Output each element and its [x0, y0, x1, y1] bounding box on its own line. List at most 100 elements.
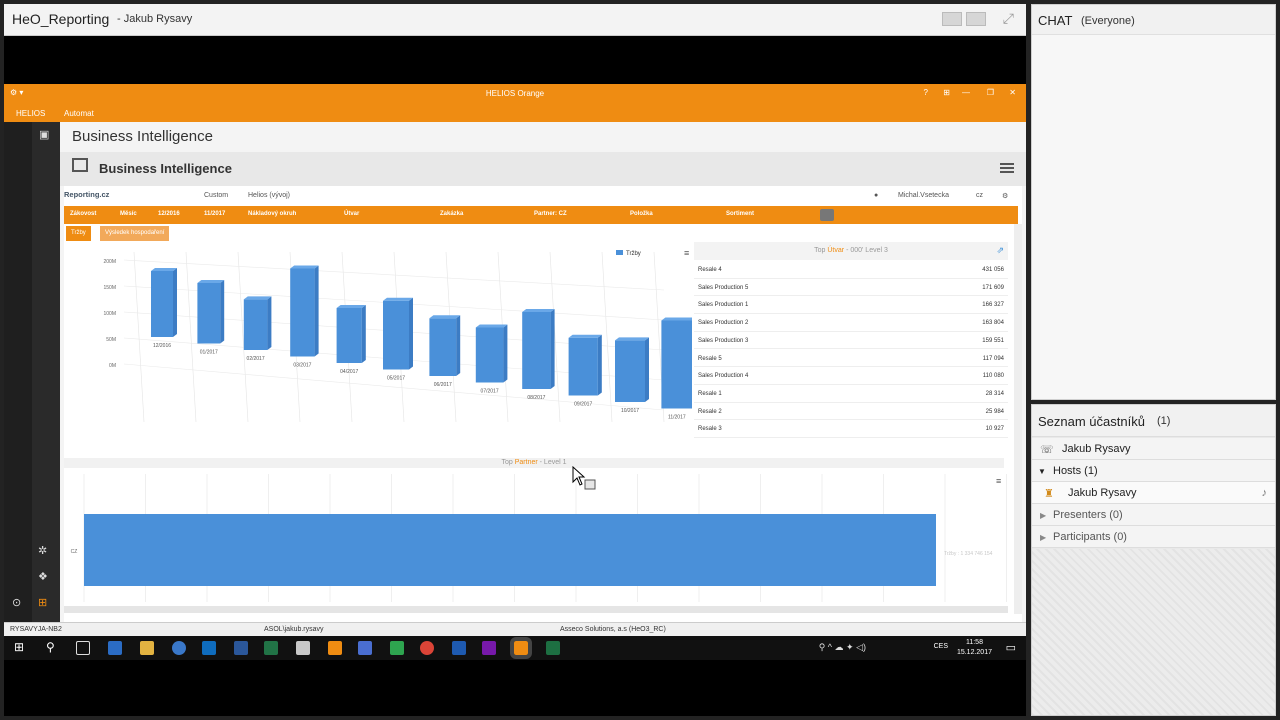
- group-participants[interactable]: ▶ Participants (0): [1032, 526, 1275, 548]
- table-row[interactable]: Resale 2 25 984: [694, 403, 1008, 421]
- bar-top: [568, 334, 602, 338]
- menu-helios[interactable]: HELIOS: [16, 109, 45, 118]
- table-row[interactable]: Resale 5 117 094: [694, 350, 1008, 368]
- group-presenters[interactable]: ▶ Presenters (0): [1032, 504, 1275, 526]
- bar: [290, 268, 315, 357]
- minimize-icon[interactable]: —: [962, 88, 970, 97]
- bar-side: [314, 265, 319, 357]
- participants-header: Seznam účastníků (1): [1032, 405, 1275, 437]
- ie-icon[interactable]: [172, 641, 186, 655]
- hamburger-menu-icon[interactable]: [1000, 163, 1014, 173]
- sidebar-expand-icon[interactable]: ⊙: [12, 596, 21, 609]
- bar-side: [361, 305, 366, 363]
- table-row[interactable]: Resale 3 10 927: [694, 420, 1008, 438]
- table-row[interactable]: Resale 1 28 314: [694, 385, 1008, 403]
- sidebar-modules-icon[interactable]: ❖: [38, 570, 48, 583]
- filter-mesic[interactable]: Měsíc: [120, 211, 137, 217]
- app-green-icon[interactable]: [390, 641, 404, 655]
- my-status-row[interactable]: ☏ Jakub Rysavy: [1032, 438, 1275, 460]
- help-icon[interactable]: ?: [924, 88, 928, 97]
- filter-utvar[interactable]: Útvar: [344, 211, 359, 217]
- filter-zakazka[interactable]: Zakázka: [440, 211, 463, 217]
- top-table-dimension[interactable]: Útvar: [827, 247, 844, 254]
- microphone-icon[interactable]: ♪: [1262, 487, 1268, 499]
- vertical-scrollbar[interactable]: [1014, 224, 1022, 614]
- windows-start-icon[interactable]: ⊞: [14, 640, 24, 654]
- table-row[interactable]: Sales Production 4 110 080: [694, 367, 1008, 385]
- language-select[interactable]: cz: [976, 192, 983, 199]
- bar-top: [429, 315, 461, 319]
- bar: [429, 318, 457, 376]
- helios-icon[interactable]: [328, 641, 342, 655]
- excel-icon[interactable]: [264, 641, 278, 655]
- table-row[interactable]: Resale 4 431 056: [694, 261, 1008, 279]
- filter-toggle-icon[interactable]: [820, 209, 834, 221]
- language-indicator[interactable]: CES: [934, 643, 948, 650]
- partner-bar-chart: CZ Tržby : 1 334 746 154 ≡: [64, 474, 1008, 613]
- table-row[interactable]: Sales Production 1 166 327: [694, 296, 1008, 315]
- restore-icon[interactable]: ⊞: [943, 88, 950, 97]
- store-icon[interactable]: [108, 641, 122, 655]
- filter-partner[interactable]: Partner: CZ: [534, 211, 567, 217]
- user-menu[interactable]: Michal.Vsetecka: [898, 192, 949, 199]
- settings-icon[interactable]: ⚙: [1002, 192, 1008, 200]
- layout-alt-icon[interactable]: [966, 12, 986, 26]
- chip-vysledek[interactable]: Výsledek hospodaření: [100, 226, 170, 241]
- onedrive-icon[interactable]: [452, 641, 466, 655]
- sidebar-grid-icon[interactable]: ⊞: [38, 596, 47, 609]
- table-row[interactable]: Sales Production 3 159 551: [694, 332, 1008, 350]
- excel-alt-icon[interactable]: [546, 641, 560, 655]
- filter-sortiment[interactable]: Sortiment: [726, 211, 754, 217]
- bar: [568, 337, 598, 396]
- x-tick-label: 08/2017: [527, 395, 545, 401]
- partner-title-dimension[interactable]: Partner: [515, 459, 538, 466]
- table-row[interactable]: Sales Production 5 171 609: [694, 279, 1008, 297]
- sidebar-window-icon[interactable]: ▣: [39, 128, 49, 141]
- clock[interactable]: 11:58 15.12.2017: [957, 638, 992, 658]
- group-hosts[interactable]: ▼ Hosts (1): [1032, 460, 1275, 482]
- calculator-icon[interactable]: [296, 641, 310, 655]
- filter-to[interactable]: 11/2017: [204, 211, 225, 217]
- chat-scope[interactable]: (Everyone): [1081, 15, 1135, 27]
- menu-custom[interactable]: Custom: [204, 192, 228, 199]
- maximize-icon[interactable]: ❐: [987, 88, 994, 97]
- filter-zakovost[interactable]: Zákovost: [70, 211, 96, 217]
- participants-title: Seznam účastníků: [1038, 414, 1145, 429]
- fullscreen-icon[interactable]: ⤢: [1003, 10, 1014, 27]
- helios-active-icon[interactable]: [510, 637, 532, 659]
- menu-automat[interactable]: Automat: [64, 109, 94, 118]
- chat-panel: CHAT (Everyone): [1031, 4, 1276, 400]
- export-icon[interactable]: ⇗: [996, 245, 1004, 256]
- row-value: 28 314: [985, 390, 1004, 397]
- close-icon[interactable]: ✕: [1009, 88, 1016, 97]
- filter-nakladovy-okruh[interactable]: Nákladový okruh: [248, 211, 296, 217]
- explorer-icon[interactable]: [140, 641, 154, 655]
- table-row[interactable]: Sales Production 2 163 804: [694, 314, 1008, 332]
- bar-side: [409, 297, 413, 370]
- chrome-icon[interactable]: [420, 641, 434, 655]
- menu-helios-vyvoj[interactable]: Helios (vývoj): [248, 192, 290, 199]
- search-icon[interactable]: ⚲: [46, 640, 55, 654]
- sidebar-settings-icon[interactable]: ✲: [38, 544, 47, 557]
- layout-icon[interactable]: [942, 12, 962, 26]
- filter-polozka[interactable]: Položka: [630, 211, 653, 217]
- outlook-icon[interactable]: [202, 641, 216, 655]
- host-user-icon: ♜: [1044, 488, 1054, 500]
- word-icon[interactable]: [234, 641, 248, 655]
- x-tick-label: 11/2017: [668, 415, 686, 421]
- onenote-icon[interactable]: [482, 641, 496, 655]
- info-icon[interactable]: ●: [874, 192, 878, 199]
- revenue-bar-chart: 200M 150M 100M 50M 0M 12/2016 01/2017 02/2017 03…: [103, 248, 692, 423]
- save-icon[interactable]: [358, 641, 372, 655]
- task-view-icon[interactable]: [76, 641, 90, 655]
- chart-menu-icon[interactable]: ≡: [996, 476, 1001, 486]
- tray-icons[interactable]: ⚲ ^ ☁ ✦ ◁): [819, 642, 866, 653]
- status-user: ASOL\jakub.rysavy: [264, 626, 324, 633]
- chart-menu-icon[interactable]: ≡: [684, 248, 689, 258]
- host-row[interactable]: ♜ Jakub Rysavy ♪: [1032, 482, 1275, 504]
- bar-side: [597, 334, 602, 396]
- chip-trzby[interactable]: Tržby: [66, 226, 91, 241]
- filter-from[interactable]: 12/2016: [158, 211, 180, 217]
- notifications-icon[interactable]: ▭: [1006, 641, 1016, 654]
- clock-date: 15.12.2017: [956, 649, 992, 656]
